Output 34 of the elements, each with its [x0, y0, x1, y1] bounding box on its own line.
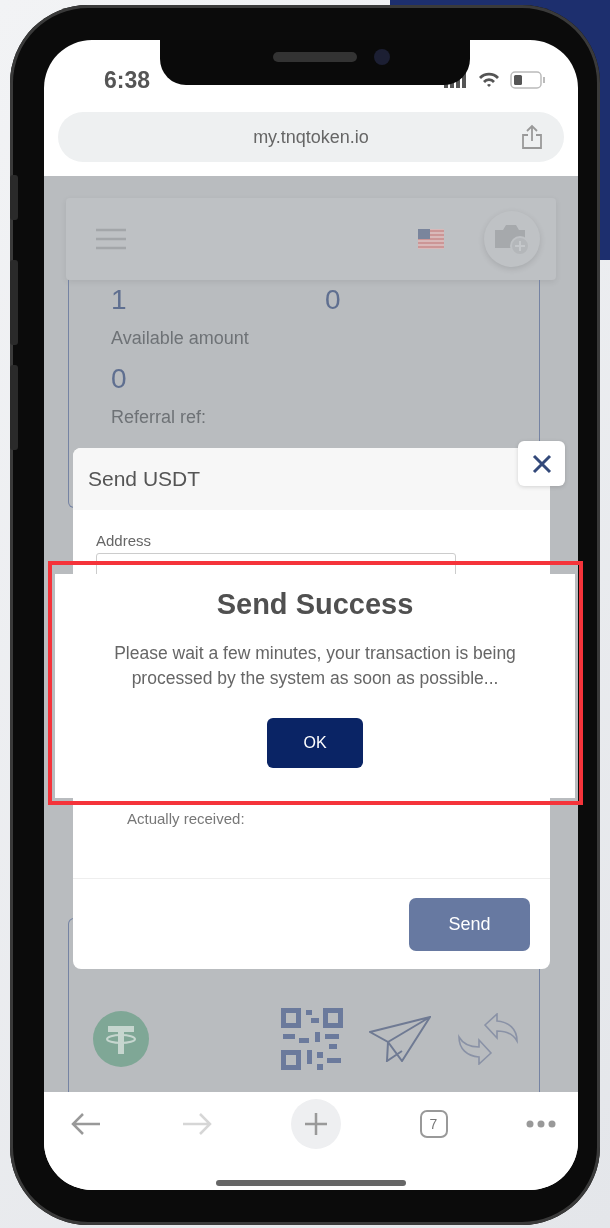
tether-icon [93, 1010, 149, 1067]
camera-plus-icon [493, 222, 531, 256]
close-icon [531, 453, 552, 474]
battery-icon [510, 71, 546, 89]
new-tab-button[interactable] [291, 1099, 341, 1149]
stat-value: 0 [325, 284, 342, 316]
plus-icon [304, 1112, 328, 1136]
camera-add-button[interactable] [484, 211, 540, 267]
close-button[interactable] [518, 441, 565, 486]
menu-icon[interactable] [96, 228, 126, 250]
swap-arrows-icon[interactable] [457, 1012, 519, 1065]
wifi-icon [478, 72, 500, 88]
address-bar[interactable]: my.tnqtoken.io [58, 112, 564, 162]
available-label: Available amount [111, 328, 250, 349]
tab-count-button[interactable]: 7 [419, 1110, 448, 1138]
dialog-message: Please wait a few minutes, your transaction is being processed by the system as soon as possible... [113, 642, 517, 690]
share-icon[interactable] [520, 124, 544, 150]
more-icon[interactable] [526, 1120, 556, 1128]
back-arrow-icon[interactable] [70, 1112, 102, 1136]
url-text: my.tnqtoken.io [253, 126, 369, 148]
signal-icon [444, 72, 468, 88]
dialog-title: Send Success [216, 588, 414, 621]
address-label: Address [96, 532, 153, 549]
available-value: 0 [111, 363, 128, 395]
send-button[interactable]: Send [409, 897, 530, 951]
ok-button[interactable]: OK [267, 718, 363, 768]
qr-code-icon[interactable] [281, 1007, 343, 1070]
referral-label: Referral ref: [111, 407, 208, 428]
received-label: Actually received: [127, 810, 245, 827]
status-time: 6:38 [104, 65, 151, 94]
flag-icon[interactable] [418, 229, 444, 249]
stat-value: 1 [111, 284, 128, 316]
paper-plane-icon[interactable] [369, 1015, 431, 1062]
modal-title: Send USDT [88, 467, 201, 491]
